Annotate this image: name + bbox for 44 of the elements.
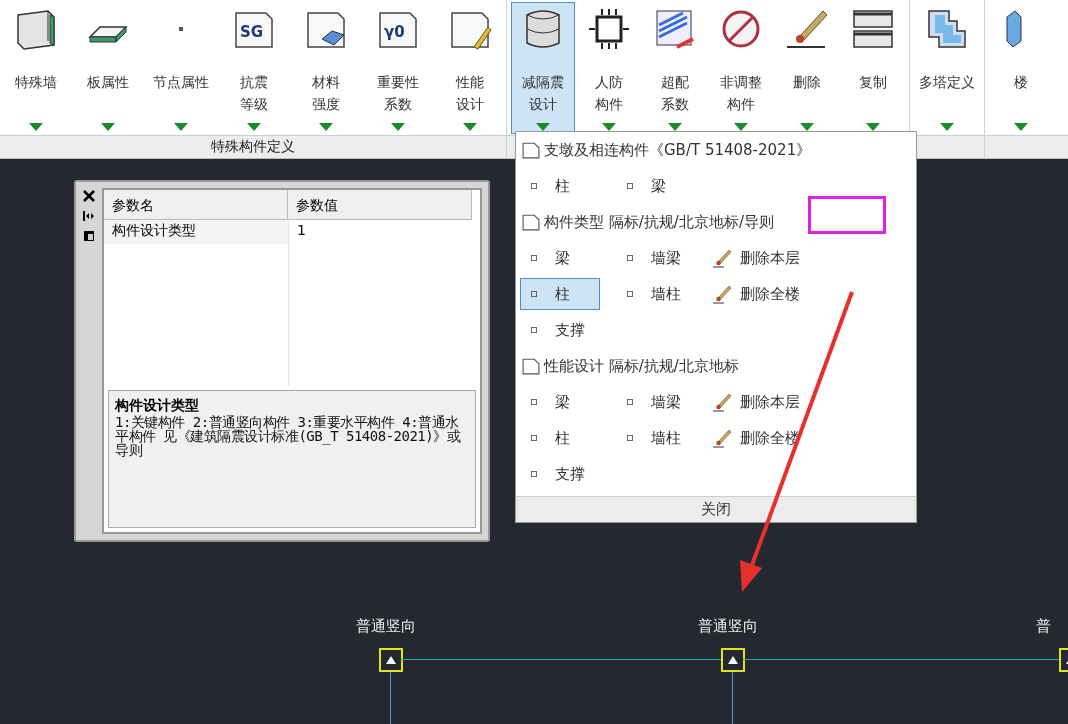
section-title: 构件类型 隔标/抗规/北京地标/导则: [544, 212, 774, 232]
ribbon-button[interactable]: γ0 重要性 系数: [366, 2, 430, 134]
document-icon: γ0: [379, 12, 417, 48]
node-label: 普: [1036, 617, 1051, 636]
ribbon-button[interactable]: 减隔震 设计: [511, 2, 575, 134]
menu-item[interactable]: 删除全楼: [740, 284, 800, 304]
ribbon-button[interactable]: 特殊墙: [4, 2, 68, 134]
ribbon-button[interactable]: 复制: [841, 2, 905, 134]
group-label: 特殊构件定义: [0, 135, 506, 158]
ribbon-button[interactable]: 板属性: [76, 2, 140, 134]
menu-option[interactable]: 柱: [520, 170, 616, 202]
ribbon-button[interactable]: 节点属性: [148, 2, 214, 134]
table-cell: 构件设计类型: [104, 220, 288, 244]
node-label: 普通竖向: [698, 617, 758, 636]
menu-option[interactable]: 支撑: [520, 458, 616, 490]
ribbon-button[interactable]: 材料 强度: [294, 2, 358, 134]
node-label: 普通竖向: [356, 617, 416, 636]
menu-option[interactable]: 支撑: [520, 314, 616, 346]
menu-option[interactable]: 墙柱: [616, 422, 712, 454]
column-header: 参数值: [288, 190, 472, 220]
menu-option[interactable]: 墙梁: [616, 242, 712, 274]
menu-option[interactable]: 梁: [520, 242, 616, 274]
ribbon-button[interactable]: 删除: [775, 2, 839, 134]
ribbon-button[interactable]: 非调整 构件: [709, 2, 773, 134]
section-title: 支墩及相连构件《GB/T 51408-2021》: [544, 140, 812, 160]
ribbon-button[interactable]: SG 抗震 等级: [222, 2, 286, 134]
menu-item[interactable]: 删除本层: [740, 248, 800, 268]
document-icon: SG: [235, 12, 273, 48]
ribbon-button[interactable]: 楼: [989, 2, 1053, 134]
ribbon-button[interactable]: 多塔定义: [914, 2, 980, 134]
menu-option[interactable]: 柱: [520, 278, 600, 310]
menu-option[interactable]: 梁: [520, 386, 616, 418]
menu-option[interactable]: 梁: [616, 170, 712, 202]
ribbon-button[interactable]: 性能 设计: [438, 2, 502, 134]
menu-option[interactable]: 墙柱: [616, 278, 712, 310]
menu-item[interactable]: 删除本层: [740, 392, 800, 412]
menu-option[interactable]: 墙梁: [616, 386, 712, 418]
menu-option[interactable]: 柱: [520, 422, 616, 454]
ribbon-button[interactable]: 人防 构件: [577, 2, 641, 134]
section-title: 性能设计 隔标/抗规/北京地标: [544, 356, 739, 376]
column-header: 参数名: [104, 190, 288, 220]
description-text: 1:关键构件 2:普通竖向构件 3:重要水平构件 4:普通水平构件 见《建筑隔震设计标准(GB_T 51408-2021)》或导则: [115, 415, 462, 457]
close-button[interactable]: 关闭: [516, 496, 916, 522]
description-title: 构件设计类型: [115, 397, 200, 415]
